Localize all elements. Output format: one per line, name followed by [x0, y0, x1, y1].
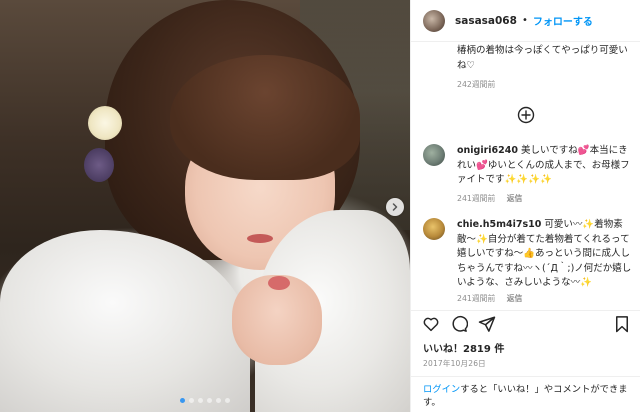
like-count[interactable]: いいね！2819 件: [423, 340, 504, 355]
comment-text: 椿柄の着物は今っぽくてやっぱり可愛いね♡: [457, 45, 628, 71]
post-side-panel: sasasa068 • フォローする 椿柄の着物は今っぽくてやっぱり可愛いね♡ …: [410, 0, 640, 412]
carousel-dot: [189, 398, 194, 403]
bookmark-icon[interactable]: [614, 315, 630, 333]
comment-body: chie.h5m4i7s10 可愛い〰✨着物素敵〜✨自分が着てた着物着てくれるっ…: [457, 218, 633, 291]
photo-lips: [247, 234, 273, 243]
carousel-dot: [180, 398, 185, 403]
post-photo[interactable]: [0, 0, 410, 412]
comment-icon[interactable]: [450, 315, 468, 333]
carousel-dot: [225, 398, 230, 403]
comment-time: 241週間前: [457, 194, 496, 203]
comment-meta: 241週間前 返信: [457, 293, 522, 304]
comment-time: 242週間前: [457, 80, 496, 89]
post-username[interactable]: sasasa068: [455, 15, 517, 27]
comment-username[interactable]: chie.h5m4i7s10: [457, 219, 541, 230]
post-date: 2017年10月26日: [423, 359, 486, 368]
comment-time: 241週間前: [457, 294, 496, 303]
reply-button[interactable]: 返信: [507, 294, 523, 303]
login-prompt: ログインすると「いいね！」やコメントができます。: [411, 376, 640, 412]
photo-nail: [268, 276, 290, 290]
avatar[interactable]: [423, 218, 445, 240]
carousel-dot: [207, 398, 212, 403]
header-separator: •: [521, 15, 528, 26]
chevron-right-icon: [392, 203, 398, 211]
carousel-dot: [216, 398, 221, 403]
comment-username[interactable]: onigiri6240: [457, 145, 518, 156]
comments-list[interactable]: 椿柄の着物は今っぽくてやっぱり可愛いね♡ 242週間前 onigiri6240 …: [411, 42, 640, 310]
heart-icon[interactable]: [422, 315, 440, 333]
comment-meta: 241週間前 返信: [457, 193, 522, 204]
carousel-dot: [198, 398, 203, 403]
reply-button[interactable]: 返信: [507, 194, 523, 203]
comment-body: onigiri6240 美しいですね💕本当にきれい💕ゆいとくんの成人まで、お母様…: [457, 144, 633, 188]
photo-hair-ornament: [84, 148, 114, 182]
photo-bangs: [170, 55, 360, 180]
carousel-indicator: [180, 398, 230, 403]
photo-hair-flower: [88, 106, 122, 140]
avatar[interactable]: [423, 9, 445, 32]
carousel-next-button[interactable]: [386, 198, 404, 216]
avatar[interactable]: [423, 144, 445, 166]
action-bar: [411, 310, 640, 340]
plus-circle-icon[interactable]: [517, 106, 535, 124]
share-icon[interactable]: [478, 315, 496, 333]
follow-button[interactable]: フォローする: [533, 13, 593, 28]
post-header: sasasa068 • フォローする: [411, 0, 640, 42]
login-link[interactable]: ログイン: [423, 384, 460, 395]
